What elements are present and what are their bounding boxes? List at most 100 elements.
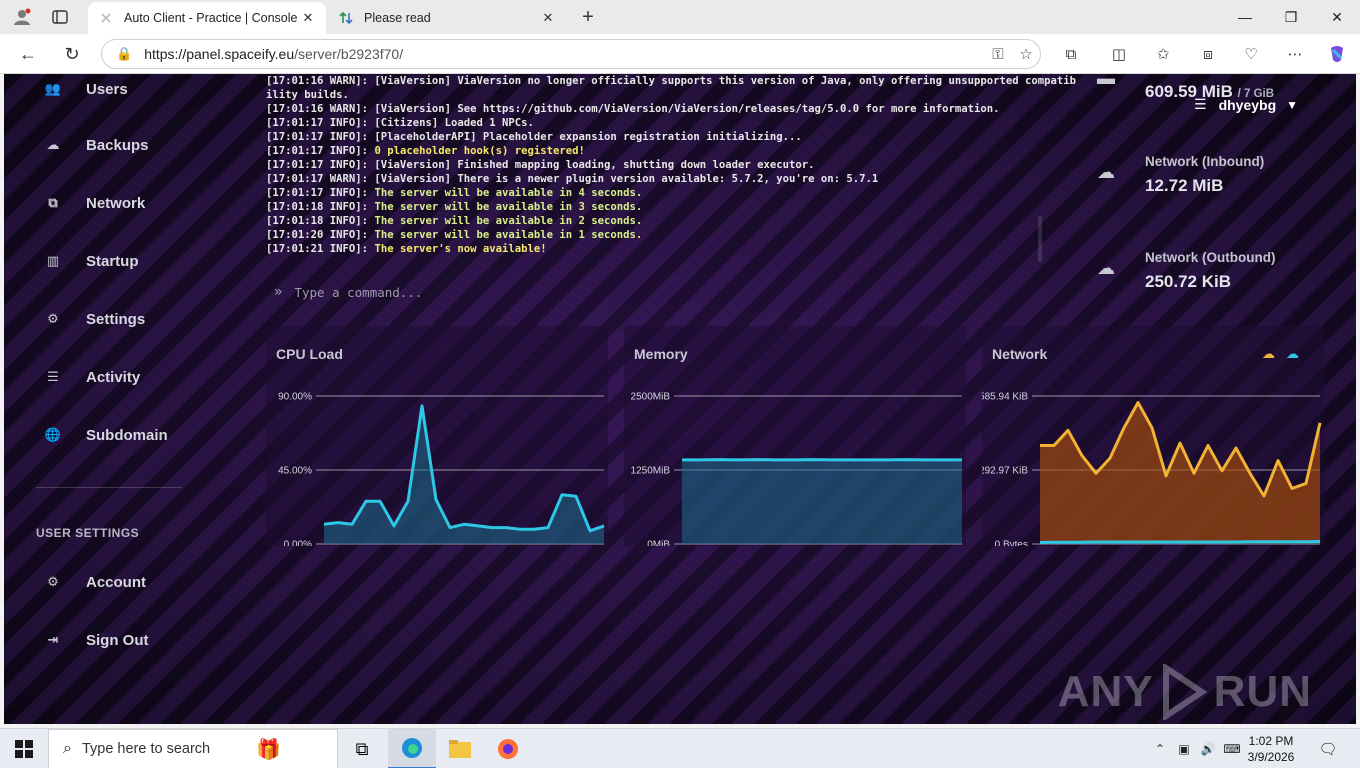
- tab-console[interactable]: Auto Client - Practice | Console ✕: [88, 2, 326, 34]
- minimize-icon[interactable]: —: [1222, 0, 1268, 34]
- file-explorer-icon[interactable]: [436, 729, 484, 768]
- y-tick-label: 1250MiB: [631, 466, 671, 477]
- sidebar-item-label: Account: [86, 573, 146, 591]
- sidebar-item-backups[interactable]: ☁ Backups: [42, 130, 149, 160]
- profile-icon[interactable]: [10, 6, 34, 28]
- search-placeholder: Type here to search: [81, 741, 211, 757]
- y-tick-label: 90.00%: [278, 392, 312, 403]
- network-outbound-stat: ☁ Network (Outbound) 250.72 KiB: [1092, 250, 1342, 310]
- console-line: [17:01:16 WARN]: [ViaVersion] ViaVersion…: [266, 75, 1077, 87]
- console-output[interactable]: [17:01:16 WARN]: [ViaVersion] ViaVersion…: [266, 74, 1077, 314]
- cloud-download-legend-icon: ☁: [1286, 346, 1299, 361]
- y-tick-label: 0.00%: [284, 540, 312, 547]
- taskbar-search[interactable]: ⌕ Type here to search 🎁: [48, 729, 338, 768]
- network-icon: ⧉: [48, 195, 58, 210]
- sidebar-item-settings[interactable]: ⚙ Settings: [42, 304, 145, 334]
- tab-strip: Auto Client - Practice | Console ✕ Pleas…: [0, 0, 1360, 34]
- command-placeholder: Type a command...: [294, 284, 423, 300]
- cpu-chart-panel: CPU Load 90.00% 45.00% 0.00%: [266, 326, 608, 546]
- page-viewport: 👥 Users ☁ Backups ⧉ Network ▥ Startup ⚙ …: [4, 74, 1356, 724]
- console-line: [17:01:17 INFO]: [PlaceholderAPI] Placeh…: [266, 131, 802, 143]
- sidebar-item-label: Network: [86, 194, 146, 212]
- sidebar-item-startup[interactable]: ▥ Startup: [42, 246, 139, 276]
- cloud-download-icon: ☁: [1097, 162, 1115, 182]
- close-window-icon[interactable]: ✕: [1314, 0, 1360, 34]
- search-icon: ⌕: [63, 740, 72, 757]
- task-view-icon[interactable]: ⧉: [338, 729, 386, 768]
- users-icon: 👥: [44, 81, 62, 96]
- y-tick-label: 45.00%: [278, 466, 312, 477]
- lock-icon: 🔒: [116, 46, 133, 61]
- restore-icon[interactable]: ❐: [1268, 0, 1314, 34]
- firefox-icon[interactable]: [484, 729, 532, 768]
- sidebar-item-subdomain[interactable]: 🌐 Subdomain: [42, 420, 168, 450]
- cogs-icon: ⚙: [47, 311, 59, 326]
- command-input[interactable]: » Type a command...: [266, 280, 1042, 304]
- sign-out-icon: ⇥: [47, 632, 59, 647]
- input-method-icon[interactable]: ⌨: [1222, 739, 1242, 759]
- sidebar-item-users[interactable]: 👥 Users: [42, 74, 128, 104]
- new-tab-icon[interactable]: +: [576, 6, 600, 28]
- network-chart: 585.94 KiB 292.97 KiB 0 Bytes: [982, 392, 1322, 547]
- gifts-icon: 🎁: [256, 738, 282, 761]
- memory-chart: 2500MiB 1250MiB 0MiB: [631, 392, 962, 546]
- console-scrollbar[interactable]: [1038, 216, 1042, 262]
- memory-chart-panel: Memory 2500MiB 1250MiB 0MiB: [624, 326, 966, 546]
- edge-taskbar-icon[interactable]: [388, 729, 436, 768]
- more-menu-icon[interactable]: ⋯: [1282, 42, 1308, 66]
- cpu-chart: 90.00% 45.00% 0.00%: [278, 392, 605, 547]
- close-tab-icon[interactable]: ✕: [300, 10, 316, 26]
- address-bar[interactable]: 🔒 https://panel.spaceify.eu/server/b2923…: [101, 39, 1041, 69]
- network-tray-icon[interactable]: ▣: [1174, 739, 1194, 759]
- stat-label: Network (Inbound): [1145, 154, 1265, 169]
- windows-start-icon[interactable]: [0, 729, 48, 768]
- favorites-icon[interactable]: ✩: [1150, 42, 1176, 66]
- favorite-star-icon[interactable]: ☆: [1012, 45, 1040, 63]
- cloud-upload-icon: ☁: [1097, 258, 1115, 278]
- console-line: [17:01:17 INFO]: The server will be avai…: [266, 187, 643, 199]
- user-settings-heading: USER SETTINGS: [36, 526, 140, 540]
- split-screen-icon[interactable]: ◫: [1106, 42, 1132, 66]
- notifications-icon[interactable]: 🗨: [1318, 739, 1338, 759]
- series-area: [1040, 402, 1320, 544]
- console-line: [17:01:20 INFO]: The server will be avai…: [266, 229, 643, 241]
- console-line: ility builds.: [266, 89, 349, 101]
- cogs-icon: ⚙: [47, 574, 59, 589]
- extensions-icon[interactable]: ⧉: [1058, 42, 1084, 66]
- sidebar-item-account[interactable]: ⚙ Account: [42, 567, 146, 597]
- console-line: [17:01:16 WARN]: [ViaVersion] See https:…: [266, 103, 1000, 115]
- memory-stat: ▬ 609.59 MiB / 7 GiB: [1092, 74, 1342, 120]
- chart-title: Memory: [634, 346, 688, 362]
- collections-icon[interactable]: ⧈: [1195, 42, 1221, 66]
- chevron-up-icon[interactable]: ⌃: [1150, 739, 1170, 759]
- browser-essentials-icon[interactable]: ♡: [1238, 42, 1264, 66]
- play-logo-icon: [1162, 664, 1208, 720]
- clock-date: 3/9/2026: [1247, 750, 1295, 764]
- stat-label: Network (Outbound): [1145, 250, 1276, 265]
- copilot-icon[interactable]: [1324, 42, 1350, 66]
- chart-title: Network: [992, 346, 1048, 362]
- sidebar-item-activity[interactable]: ☰ Activity: [42, 362, 140, 392]
- close-tab-icon[interactable]: ✕: [540, 10, 556, 26]
- console-line: [17:01:17 INFO]: [ViaVersion] Finished m…: [266, 159, 815, 171]
- sidebar-item-label: Sign Out: [86, 631, 149, 649]
- page-favicon-icon: [98, 10, 114, 26]
- clock[interactable]: 1:02 PM 3/9/2026: [1240, 733, 1302, 765]
- sidebar-item-sign-out[interactable]: ⇥ Sign Out: [42, 625, 149, 655]
- tab-actions-icon[interactable]: [48, 6, 72, 28]
- globe-icon: 🌐: [44, 427, 62, 442]
- back-icon[interactable]: ←: [13, 40, 43, 68]
- sidebar-item-network[interactable]: ⧉ Network: [42, 188, 145, 218]
- transfer-favicon-icon: [338, 10, 354, 26]
- console-line: [17:01:21 INFO]: The server's now availa…: [266, 243, 547, 255]
- console-line: [17:01:18 INFO]: The server will be avai…: [266, 201, 643, 213]
- volume-icon[interactable]: 🔊: [1198, 739, 1218, 759]
- list-icon: ☰: [47, 369, 59, 384]
- reload-icon[interactable]: ↻: [57, 40, 87, 68]
- password-key-icon[interactable]: ⚿: [984, 46, 1012, 63]
- browser-toolbar: ← ↻ 🔒 https://panel.spaceify.eu/server/b…: [0, 34, 1360, 74]
- console-line: [17:01:17 INFO]: [Citizens] Loaded 1 NPC…: [266, 117, 534, 129]
- tab-please-read[interactable]: Please read ✕: [328, 2, 566, 34]
- sidebar-item-label: Subdomain: [86, 426, 168, 444]
- y-tick-label: 0 Bytes: [995, 540, 1028, 547]
